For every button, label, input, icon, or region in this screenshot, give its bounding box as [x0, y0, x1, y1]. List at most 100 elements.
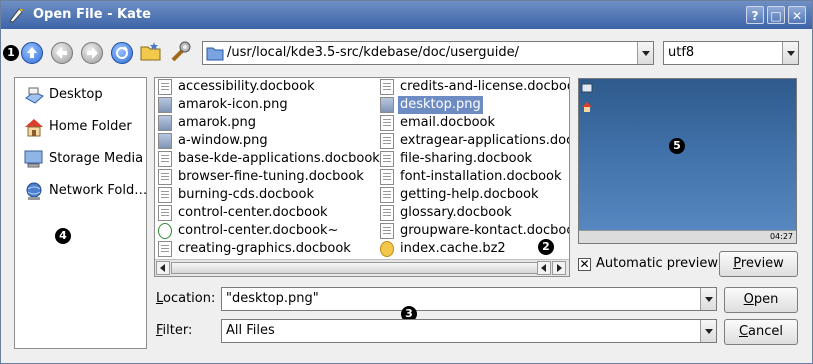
file-name: credits-and-license.docbook: [400, 79, 570, 94]
image-file-icon: [158, 97, 172, 113]
mnemonic: P: [733, 256, 741, 271]
sidebar-item-home[interactable]: Home Folder: [23, 116, 145, 138]
document-file-icon: [158, 151, 172, 167]
up-icon[interactable]: [21, 42, 43, 64]
open-button[interactable]: Open: [724, 287, 798, 313]
location-label: Location:: [156, 291, 215, 306]
toolbar: 1 /usr/local/kde3.5-src/kdebase/doc/user…: [1, 37, 812, 71]
storage-icon: [24, 150, 43, 168]
places-sidebar: Desktop Home Folder Storage Media Networ…: [14, 77, 147, 349]
document-file-icon: [158, 79, 172, 95]
document-file-icon: [380, 79, 394, 95]
encoding-text: utf8: [668, 45, 695, 60]
sidebar-item-network[interactable]: Network Fold…: [23, 180, 147, 202]
document-file-icon: [158, 241, 172, 257]
preview-button[interactable]: Preview: [719, 251, 798, 277]
scroll-right-icon[interactable]: [552, 261, 566, 275]
sidebar-item-label: Storage Media: [49, 151, 144, 166]
path-combobox[interactable]: /usr/local/kde3.5-src/kdebase/doc/usergu…: [202, 41, 654, 65]
label-text: ocation:: [163, 291, 216, 306]
document-file-icon: [380, 187, 394, 203]
open-file-dialog: Open File - Kate ? □ ✕ 1 /usr/local/kde3…: [0, 0, 813, 364]
folder-icon: [206, 47, 224, 61]
mnemonic: L: [156, 291, 164, 306]
document-file-icon: [158, 187, 172, 203]
button-label: review: [740, 256, 784, 271]
chevron-down-icon[interactable]: [782, 42, 798, 64]
image-file-icon: [158, 133, 172, 149]
file-name: email.docbook: [400, 115, 496, 130]
encoding-combobox[interactable]: utf8: [663, 41, 799, 65]
file-name: amarok-icon.png: [178, 97, 288, 112]
path-text: /usr/local/kde3.5-src/kdebase/doc/usergu…: [227, 45, 520, 60]
document-file-icon: [380, 133, 394, 149]
callout-4: 4: [55, 228, 71, 244]
document-file-icon: [158, 205, 172, 221]
document-file-icon: [380, 223, 394, 239]
button-label: pen: [753, 292, 779, 307]
file-name: burning-cds.docbook: [178, 187, 314, 202]
file-name: file-sharing.docbook: [400, 151, 533, 166]
scrollbar-thumb[interactable]: [171, 262, 551, 274]
reload-icon[interactable]: [111, 42, 133, 64]
sidebar-item-label: Desktop: [49, 87, 103, 102]
preview-thumbnail: 5 04:27: [578, 78, 797, 244]
chevron-down-icon[interactable]: [700, 288, 716, 310]
location-input[interactable]: "desktop.png": [221, 287, 717, 311]
filter-combobox[interactable]: All Files: [221, 319, 717, 343]
automatic-preview-label: Automatic preview: [596, 256, 719, 271]
maximize-button[interactable]: □: [767, 6, 785, 24]
file-name: extragear-applications.doc: [400, 133, 570, 148]
help-button[interactable]: ?: [746, 6, 764, 24]
close-button[interactable]: ✕: [788, 6, 806, 24]
file-name: creating-graphics.docbook: [178, 241, 351, 256]
file-name: glossary.docbook: [400, 205, 512, 220]
sidebar-item-desktop[interactable]: Desktop: [23, 84, 145, 106]
document-file-icon: [158, 223, 172, 239]
button-label: ancel: [748, 324, 784, 339]
filter-value: All Files: [226, 323, 275, 338]
new-folder-icon[interactable]: [139, 40, 163, 64]
mnemonic: O: [743, 292, 754, 307]
forward-icon[interactable]: [81, 42, 103, 64]
callout-2: 2: [538, 239, 554, 255]
automatic-preview-checkbox[interactable]: ✕: [578, 258, 591, 271]
cancel-button[interactable]: Cancel: [724, 319, 798, 345]
callout-5: 5: [669, 138, 685, 154]
file-name: getting-help.docbook: [400, 187, 539, 202]
document-file-icon: [158, 169, 172, 185]
image-file-icon: [380, 97, 394, 113]
file-name: index.cache.bz2: [400, 241, 506, 256]
scroll-left-icon[interactable]: [156, 261, 170, 275]
title-bar[interactable]: Open File - Kate ? □ ✕: [1, 1, 812, 29]
horizontal-scrollbar[interactable]: [155, 259, 569, 276]
chevron-down-icon[interactable]: [700, 320, 716, 342]
sidebar-item-storage-media[interactable]: Storage Media: [23, 148, 145, 170]
file-name: font-installation.docbook: [400, 169, 562, 184]
window-title: Open File - Kate: [33, 7, 151, 22]
chevron-down-icon[interactable]: [637, 42, 653, 64]
preview-clock: 04:27: [769, 232, 793, 241]
archive-file-icon: [380, 241, 394, 257]
network-icon: [26, 182, 42, 200]
mnemonic: C: [738, 324, 749, 339]
file-name: a-window.png: [178, 133, 268, 148]
document-file-icon: [380, 169, 394, 185]
image-file-icon: [158, 115, 172, 131]
desktop-icon: [581, 83, 593, 93]
label-text: ilter:: [162, 323, 193, 338]
file-list[interactable]: accessibility.docbook amarok-icon.png amar…: [154, 77, 570, 277]
sidebar-item-label: Home Folder: [49, 119, 132, 134]
file-name: base-kde-applications.docbook: [178, 151, 380, 166]
file-name: control-center.docbook: [178, 205, 328, 220]
filter-label: Filter:: [156, 323, 192, 338]
back-icon[interactable]: [51, 42, 73, 64]
file-name: groupware-kontact.docbook: [400, 223, 570, 238]
scroll-left-icon[interactable]: [537, 261, 551, 275]
file-name: control-center.docbook~: [178, 223, 339, 238]
preview-taskbar: 04:27: [579, 230, 796, 243]
desktop-icon: [25, 87, 44, 104]
home-icon: [25, 119, 43, 137]
configure-icon[interactable]: [169, 40, 193, 64]
location-value: "desktop.png": [226, 291, 319, 306]
